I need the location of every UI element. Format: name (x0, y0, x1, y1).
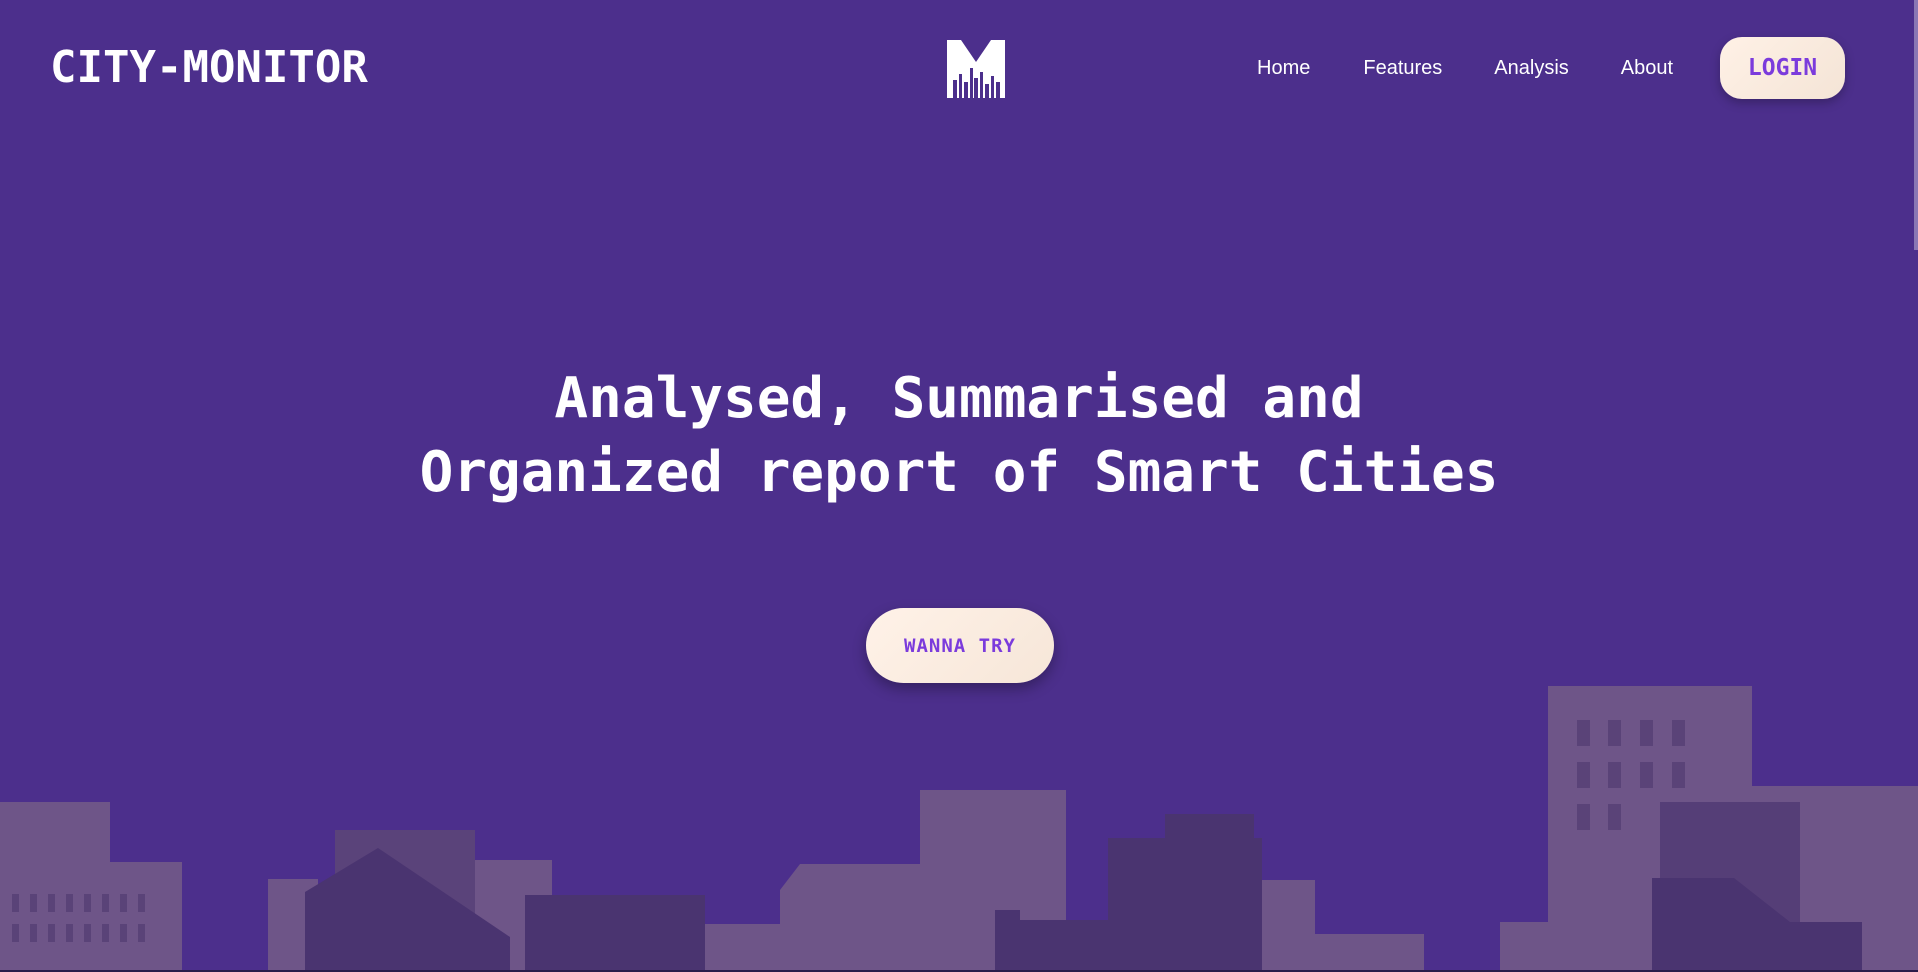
city-skyline-icon[interactable] (945, 38, 1007, 100)
nav-home[interactable]: Home (1257, 54, 1310, 82)
hero-headline: Analysed, Summarised and Organized repor… (0, 362, 1918, 510)
hero-headline-line-1: Analysed, Summarised and (554, 366, 1364, 431)
brand-title[interactable]: CITY-MONITOR (50, 42, 368, 94)
nav-features[interactable]: Features (1363, 54, 1442, 82)
city-skyline-illustration (0, 686, 1918, 972)
nav-analysis[interactable]: Analysis (1494, 54, 1568, 82)
main-nav: Home Features Analysis About (1257, 54, 1673, 82)
landing-page: CITY-MONITOR Home Features Analysis Abou… (0, 0, 1918, 972)
hero-headline-line-2: Organized report of Smart Cities (419, 440, 1499, 505)
login-button[interactable]: LOGIN (1720, 37, 1845, 99)
scrollbar-thumb[interactable] (1914, 0, 1918, 250)
nav-about[interactable]: About (1621, 54, 1673, 82)
